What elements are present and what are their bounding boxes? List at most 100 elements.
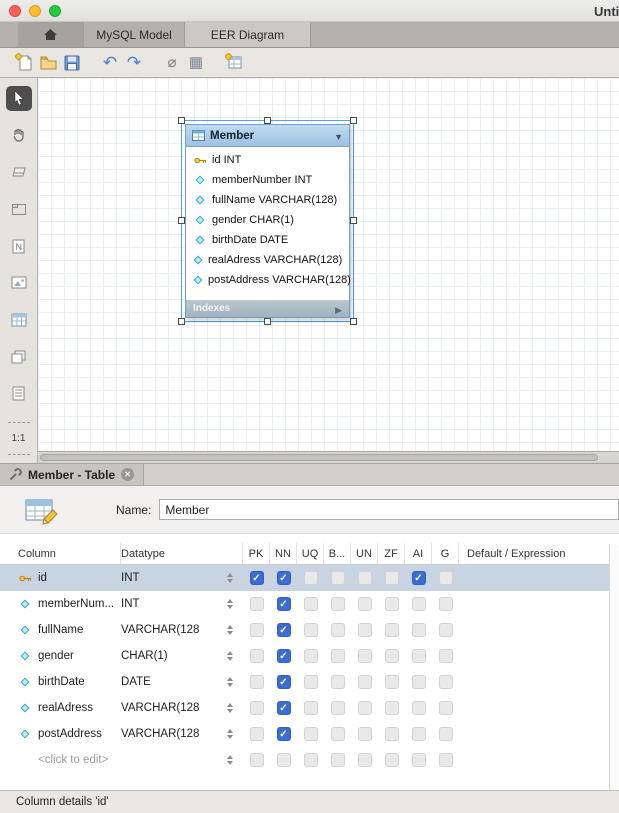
datatype-stepper-icon[interactable] — [227, 651, 233, 661]
pk-checkbox[interactable] — [250, 571, 264, 585]
diagram-column-row[interactable]: memberNumber INT — [186, 170, 349, 190]
header-pk[interactable]: PK — [243, 543, 270, 564]
column-name-cell[interactable]: <click to edit> — [18, 754, 121, 766]
image-tool[interactable] — [6, 270, 32, 295]
header-default-expression[interactable]: Default / Expression — [459, 543, 619, 564]
binary-checkbox[interactable] — [331, 571, 345, 585]
uq-checkbox[interactable] — [304, 701, 318, 715]
datatype-cell[interactable]: VARCHAR(128 — [121, 702, 243, 714]
datatype-cell[interactable] — [121, 755, 243, 765]
pk-checkbox[interactable] — [250, 597, 264, 611]
ai-checkbox[interactable] — [412, 649, 426, 663]
binary-checkbox[interactable] — [331, 727, 345, 741]
header-nn[interactable]: NN — [270, 543, 297, 564]
tab-home[interactable] — [18, 22, 84, 47]
new-document-button[interactable] — [12, 51, 36, 75]
uq-checkbox[interactable] — [304, 675, 318, 689]
g-checkbox[interactable] — [439, 727, 453, 741]
scrollbar-thumb[interactable] — [40, 454, 598, 461]
uq-checkbox[interactable] — [304, 571, 318, 585]
header-datatype[interactable]: Datatype — [121, 543, 243, 564]
expand-arrow-icon[interactable] — [335, 300, 342, 318]
select-tool[interactable] — [6, 86, 32, 111]
nn-checkbox[interactable] — [277, 701, 291, 715]
diagram-column-row[interactable]: birthDate DATE — [186, 230, 349, 250]
binary-checkbox[interactable] — [331, 701, 345, 715]
selection-handle-e[interactable] — [350, 217, 357, 224]
column-grid-row[interactable]: fullName VARCHAR(128 — [0, 617, 619, 643]
g-checkbox[interactable] — [439, 701, 453, 715]
column-grid-row[interactable]: memberNum... INT — [0, 591, 619, 617]
table-selection-box[interactable]: Member — [181, 120, 354, 322]
uq-checkbox[interactable] — [304, 623, 318, 637]
column-name-cell[interactable]: realAdress — [18, 702, 121, 714]
diagram-table-member[interactable]: Member — [185, 124, 350, 318]
binary-checkbox[interactable] — [331, 649, 345, 663]
pk-checkbox[interactable] — [250, 727, 264, 741]
nn-checkbox[interactable] — [277, 649, 291, 663]
redo-button[interactable] — [122, 51, 146, 75]
column-grid-row[interactable]: birthDate DATE — [0, 669, 619, 695]
nn-checkbox[interactable] — [277, 753, 291, 767]
header-un[interactable]: UN — [351, 543, 378, 564]
view-tool[interactable] — [6, 344, 32, 369]
binary-checkbox[interactable] — [331, 623, 345, 637]
editor-vertical-scrollbar[interactable] — [609, 545, 619, 790]
binary-checkbox[interactable] — [331, 675, 345, 689]
g-checkbox[interactable] — [439, 571, 453, 585]
nn-checkbox[interactable] — [277, 727, 291, 741]
datatype-cell[interactable]: INT — [121, 598, 243, 610]
hand-tool[interactable] — [6, 123, 32, 148]
routine-group-tool[interactable] — [6, 381, 32, 406]
eraser-tool[interactable] — [6, 160, 32, 185]
no-edit-button[interactable] — [160, 51, 184, 75]
ai-checkbox[interactable] — [412, 597, 426, 611]
column-name-cell[interactable]: birthDate — [18, 676, 121, 688]
close-window-button[interactable] — [9, 5, 21, 17]
un-checkbox[interactable] — [358, 701, 372, 715]
datatype-stepper-icon[interactable] — [227, 599, 233, 609]
zf-checkbox[interactable] — [385, 675, 399, 689]
column-grid-row[interactable]: <click to edit> — [0, 747, 619, 773]
zf-checkbox[interactable] — [385, 753, 399, 767]
ai-checkbox[interactable] — [412, 727, 426, 741]
eer-diagram-canvas[interactable]: Member — [38, 78, 619, 463]
diagram-column-row[interactable]: id INT — [186, 150, 349, 170]
ai-checkbox[interactable] — [412, 753, 426, 767]
un-checkbox[interactable] — [358, 649, 372, 663]
un-checkbox[interactable] — [358, 623, 372, 637]
pk-checkbox[interactable] — [250, 675, 264, 689]
un-checkbox[interactable] — [358, 753, 372, 767]
selection-handle-n[interactable] — [264, 117, 271, 124]
diagram-column-row[interactable]: realAdress VARCHAR(128) — [186, 250, 349, 270]
un-checkbox[interactable] — [358, 675, 372, 689]
diagram-column-row[interactable]: fullName VARCHAR(128) — [186, 190, 349, 210]
ai-checkbox[interactable] — [412, 701, 426, 715]
column-name-cell[interactable]: gender — [18, 650, 121, 662]
uq-checkbox[interactable] — [304, 753, 318, 767]
datatype-cell[interactable]: DATE — [121, 676, 243, 688]
nn-checkbox[interactable] — [277, 623, 291, 637]
indexes-section[interactable]: Indexes — [186, 300, 349, 317]
pk-checkbox[interactable] — [250, 701, 264, 715]
selection-handle-nw[interactable] — [178, 117, 185, 124]
uq-checkbox[interactable] — [304, 727, 318, 741]
header-g[interactable]: G — [432, 543, 459, 564]
header-ai[interactable]: AI — [405, 543, 432, 564]
diagram-column-row[interactable]: postAddress VARCHAR(128) — [186, 270, 349, 290]
un-checkbox[interactable] — [358, 727, 372, 741]
zf-checkbox[interactable] — [385, 623, 399, 637]
column-name-cell[interactable]: fullName — [18, 624, 121, 636]
ai-checkbox[interactable] — [412, 623, 426, 637]
fullscreen-window-button[interactable] — [49, 5, 61, 17]
datatype-stepper-icon[interactable] — [227, 573, 233, 583]
datatype-stepper-icon[interactable] — [227, 755, 233, 765]
nn-checkbox[interactable] — [277, 675, 291, 689]
nn-checkbox[interactable] — [277, 571, 291, 585]
g-checkbox[interactable] — [439, 753, 453, 767]
zf-checkbox[interactable] — [385, 571, 399, 585]
g-checkbox[interactable] — [439, 597, 453, 611]
ai-checkbox[interactable] — [412, 571, 426, 585]
uq-checkbox[interactable] — [304, 649, 318, 663]
selection-handle-s[interactable] — [264, 318, 271, 325]
